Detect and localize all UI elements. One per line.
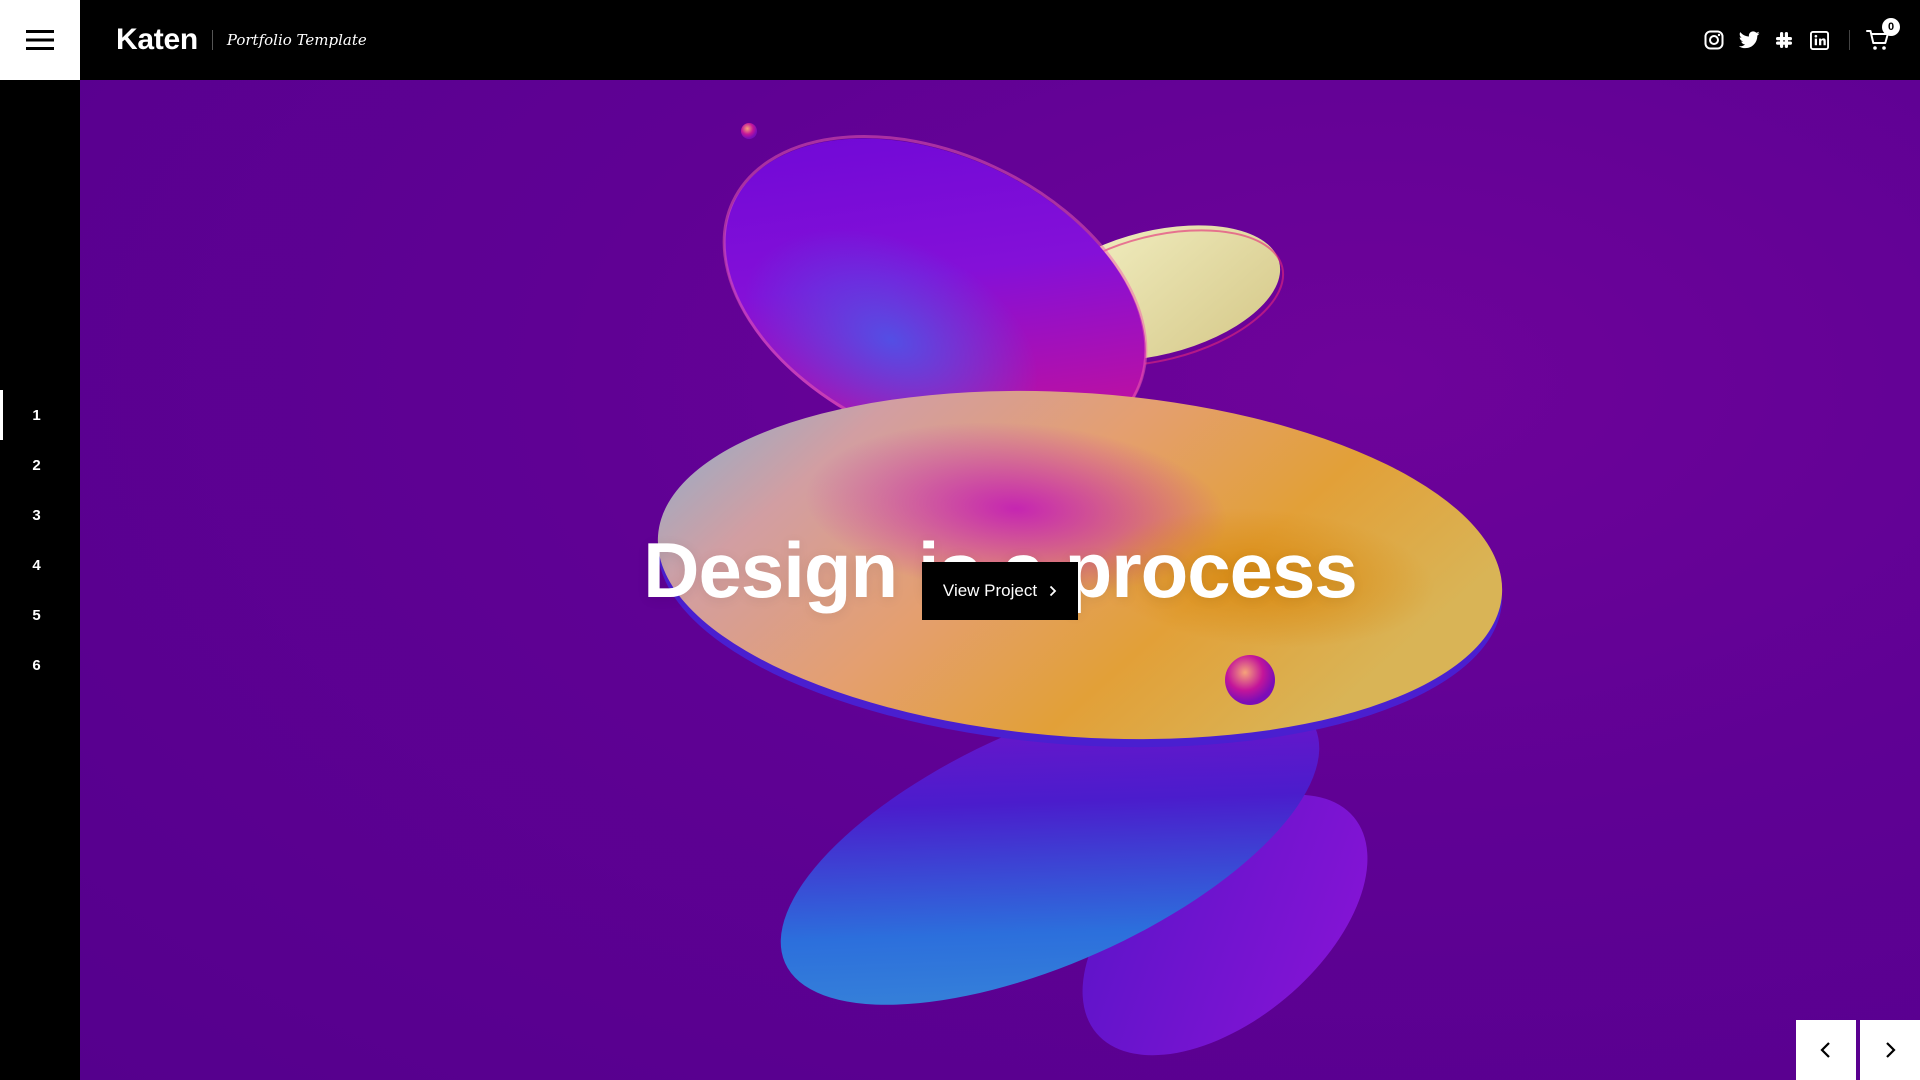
slide-number-5[interactable]: 5 bbox=[0, 590, 73, 640]
slide-number-6[interactable]: 6 bbox=[0, 640, 73, 690]
next-slide-button[interactable] bbox=[1860, 1020, 1920, 1080]
view-project-button[interactable]: View Project bbox=[922, 562, 1078, 620]
slide-number-3[interactable]: 3 bbox=[0, 490, 73, 540]
prev-slide-button[interactable] bbox=[1796, 1020, 1856, 1080]
instagram-link[interactable] bbox=[1702, 28, 1726, 52]
slack-link[interactable] bbox=[1772, 28, 1796, 52]
site-header: Katen Portfolio Template 0 bbox=[0, 0, 1920, 80]
brand-divider bbox=[211, 30, 213, 50]
view-project-label: View Project bbox=[942, 581, 1038, 600]
brand: Katen Portfolio Template bbox=[116, 23, 367, 57]
site-logo[interactable]: Katen bbox=[116, 23, 198, 57]
cart-button[interactable]: 0 bbox=[1864, 18, 1900, 54]
linkedin-icon bbox=[1809, 30, 1829, 50]
linkedin-link[interactable] bbox=[1807, 28, 1831, 52]
header-divider bbox=[1849, 30, 1850, 50]
chevron-right-icon bbox=[1886, 1042, 1896, 1058]
slide-number-4[interactable]: 4 bbox=[0, 540, 73, 590]
twitter-icon bbox=[1738, 31, 1760, 49]
social-links: 0 bbox=[1691, 18, 1900, 54]
hamburger-icon bbox=[26, 30, 54, 50]
slack-icon bbox=[1776, 32, 1792, 48]
site-tagline: Portfolio Template bbox=[226, 31, 367, 49]
slide-pagination: 1 2 3 4 5 6 bbox=[0, 80, 80, 1080]
chevron-left-icon bbox=[1820, 1042, 1830, 1058]
twitter-link[interactable] bbox=[1737, 28, 1761, 52]
slider-arrows bbox=[1792, 1020, 1920, 1080]
chevron-right-icon bbox=[1049, 585, 1057, 597]
instagram-icon bbox=[1704, 30, 1724, 50]
slide-number-1[interactable]: 1 bbox=[0, 390, 73, 440]
slide-number-2[interactable]: 2 bbox=[0, 440, 73, 490]
hero-slider: Design is a process View Project bbox=[80, 80, 1920, 1080]
menu-button[interactable] bbox=[0, 0, 80, 80]
cart-count-badge: 0 bbox=[1882, 18, 1900, 36]
